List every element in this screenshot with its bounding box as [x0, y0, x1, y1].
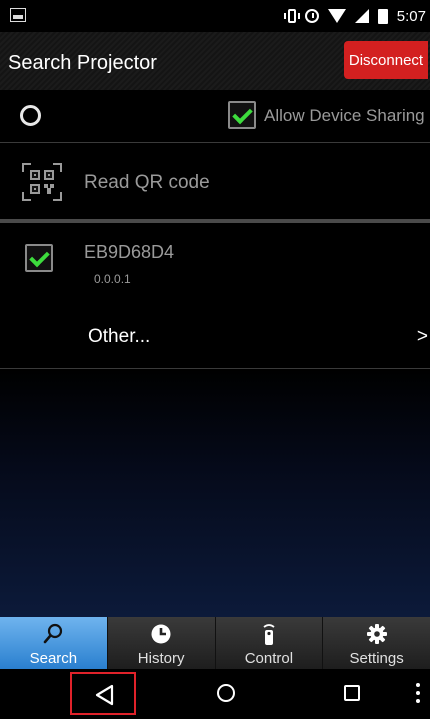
dot-icon [416, 691, 420, 695]
recents-button[interactable] [344, 685, 360, 701]
device-sharing-row: Allow Device Sharing [0, 90, 430, 143]
read-qr-code-row[interactable]: Read QR code [0, 143, 430, 223]
alarm-icon [304, 9, 319, 23]
empty-content-area [0, 369, 430, 617]
tab-search[interactable]: Search [0, 617, 108, 669]
projector-list-item[interactable]: EB9D68D4 0.0.0.1 [0, 224, 430, 306]
dot-icon [416, 699, 420, 703]
bottom-tab-bar: Search History Control Settings [0, 617, 430, 669]
other-projector-row[interactable]: Other... > [0, 306, 430, 369]
qr-code-icon [22, 163, 62, 201]
back-triangle-icon [95, 684, 114, 706]
projector-select-checkbox[interactable] [25, 244, 53, 272]
gear-icon [366, 624, 387, 644]
projector-name: EB9D68D4 [84, 242, 175, 262]
chevron-right-icon: > [416, 326, 428, 347]
system-navigation-bar [0, 669, 430, 719]
tab-history[interactable]: History [107, 617, 216, 669]
projector-ip-address: 0.0.0.1 [94, 272, 131, 286]
loading-spinner-icon [20, 105, 41, 126]
allow-device-sharing-checkbox[interactable] [228, 101, 256, 129]
battery-icon [377, 8, 388, 24]
tab-settings[interactable]: Settings [323, 617, 430, 669]
checkmark-icon [232, 103, 253, 125]
wifi-icon [327, 9, 346, 23]
tab-settings-label: Settings [349, 650, 404, 667]
checkmark-icon [29, 246, 50, 268]
allow-device-sharing-label: Allow Device Sharing [264, 106, 425, 125]
vibrate-icon [283, 9, 300, 23]
read-qr-code-label: Read QR code [84, 172, 210, 193]
clock-icon [151, 624, 171, 644]
status-time: 5:07 [396, 7, 426, 25]
tab-control-label: Control [244, 650, 294, 667]
remote-icon [263, 624, 275, 645]
tab-control[interactable]: Control [215, 617, 324, 669]
tab-search-label: Search [29, 650, 78, 667]
status-bar: 5:07 [0, 0, 430, 32]
other-label: Other... [88, 326, 151, 347]
disconnect-button[interactable]: Disconnect [344, 41, 428, 79]
image-notification-icon [10, 8, 26, 22]
tab-history-label: History [137, 650, 185, 667]
home-button[interactable] [217, 684, 235, 702]
search-icon [44, 623, 63, 644]
page-title: Search Projector [8, 52, 157, 74]
signal-icon [354, 9, 369, 23]
overflow-menu-button[interactable] [416, 683, 420, 703]
back-button[interactable] [70, 672, 136, 715]
status-icons: 5:07 [283, 5, 426, 27]
dot-icon [416, 683, 420, 687]
app-header: Search Projector Disconnect [0, 32, 430, 90]
